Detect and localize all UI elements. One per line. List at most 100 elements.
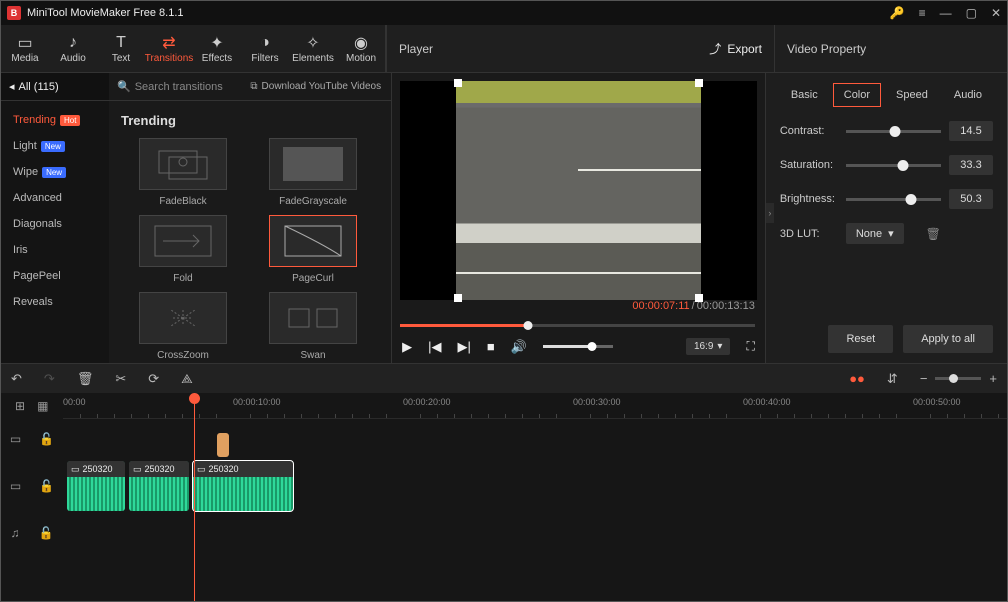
tab-color[interactable]: Color bbox=[833, 83, 881, 107]
audio-track-head: ♫ 🔓 bbox=[1, 513, 63, 553]
clip-icon: ▭ bbox=[197, 464, 206, 475]
aspect-ratio-select[interactable]: 16:9 ▾ bbox=[686, 338, 731, 355]
apply-to-all-button[interactable]: Apply to all bbox=[903, 325, 993, 353]
audio-track-icon[interactable]: ♫ bbox=[11, 526, 20, 540]
search-transitions-input[interactable]: 🔍 Search transitions bbox=[109, 80, 240, 93]
cut-button[interactable]: ✂ bbox=[115, 371, 126, 387]
category-advanced[interactable]: Advanced bbox=[1, 185, 109, 211]
video-clip[interactable]: ▭250320 bbox=[129, 461, 189, 511]
transition-thumb[interactable] bbox=[139, 215, 227, 267]
overlay-track-icon[interactable]: ▭ bbox=[10, 432, 21, 446]
reset-button[interactable]: Reset bbox=[828, 325, 893, 353]
audio-lock-icon[interactable]: 🔓 bbox=[39, 526, 54, 540]
redo-button[interactable]: ↷ bbox=[44, 371, 55, 387]
tool-elements[interactable]: ✧Elements bbox=[289, 25, 337, 72]
tool-transitions[interactable]: ⇄Transitions bbox=[145, 25, 193, 72]
preview-viewport[interactable] bbox=[400, 81, 757, 300]
time-ruler[interactable]: 00:0000:00:10:0000:00:20:0000:00:30:0000… bbox=[63, 393, 1007, 419]
lut-select[interactable]: None ▾ bbox=[846, 223, 904, 244]
transition-swan[interactable]: Swan bbox=[263, 292, 363, 361]
download-youtube-button[interactable]: ⧉ Download YouTube Videos bbox=[240, 81, 391, 92]
overlay-lock-icon[interactable]: 🔓 bbox=[39, 432, 54, 446]
category-diagonals[interactable]: Diagonals bbox=[1, 211, 109, 237]
delete-lut-icon[interactable]: 🗑 bbox=[926, 227, 941, 241]
video-clip[interactable]: ▭250320 bbox=[193, 461, 293, 511]
transition-thumb[interactable] bbox=[269, 138, 357, 190]
tool-motion[interactable]: ◉Motion bbox=[337, 25, 385, 72]
transition-fadegrayscale[interactable]: FadeGrayscale bbox=[263, 138, 363, 207]
markers-icon[interactable]: ▦ bbox=[37, 399, 48, 413]
video-lock-icon[interactable]: 🔓 bbox=[39, 479, 54, 493]
overlay-track[interactable] bbox=[63, 419, 1007, 459]
crop-handle-br[interactable] bbox=[695, 294, 703, 302]
category-wipe[interactable]: Wipe New bbox=[1, 159, 109, 185]
audio-meter-icon[interactable]: ⇵ bbox=[887, 371, 898, 387]
transition-pagecurl[interactable]: PageCurl bbox=[263, 215, 363, 284]
maximize-icon[interactable]: ▢ bbox=[966, 6, 977, 20]
brightness-slider[interactable] bbox=[846, 198, 941, 201]
saturation-value[interactable]: 33.3 bbox=[949, 155, 993, 175]
crop-handle-tl[interactable] bbox=[454, 79, 462, 87]
category-iris[interactable]: Iris bbox=[1, 237, 109, 263]
crop-handle-tr[interactable] bbox=[695, 79, 703, 87]
crop-button[interactable]: ⟁ bbox=[181, 371, 193, 387]
tool-audio[interactable]: ♪Audio bbox=[49, 25, 97, 72]
add-marker-icon[interactable]: ⊞ bbox=[15, 399, 25, 413]
video-clip[interactable]: ▭250320 bbox=[67, 461, 125, 511]
delete-button[interactable]: 🗑 bbox=[77, 371, 94, 387]
playback-progress[interactable] bbox=[400, 320, 755, 330]
category-light[interactable]: Light New bbox=[1, 133, 109, 159]
tab-audio[interactable]: Audio bbox=[943, 83, 993, 107]
hamburger-icon[interactable]: ≡ bbox=[919, 6, 926, 20]
title-bar: B MiniTool MovieMaker Free 8.1.1 🔑 ≡ — ▢… bbox=[1, 1, 1007, 25]
category-reveals[interactable]: Reveals bbox=[1, 289, 109, 315]
app-logo-icon: B bbox=[7, 6, 21, 20]
tool-media[interactable]: ▭Media bbox=[1, 25, 49, 72]
export-button[interactable]: ⤴ Export bbox=[709, 40, 762, 57]
transition-fadeblack[interactable]: FadeBlack bbox=[133, 138, 233, 207]
tool-text[interactable]: TText bbox=[97, 25, 145, 72]
next-frame-button[interactable]: ▶| bbox=[457, 339, 470, 355]
prev-frame-button[interactable]: |◀ bbox=[428, 339, 441, 355]
tab-basic[interactable]: Basic bbox=[780, 83, 829, 107]
brightness-value[interactable]: 50.3 bbox=[949, 189, 993, 209]
transition-fold[interactable]: Fold bbox=[133, 215, 233, 284]
video-track[interactable]: ▭250320▭250320▭250320 bbox=[63, 459, 1007, 513]
tool-filters[interactable]: ◑Filters bbox=[241, 25, 289, 72]
zoom-out-button[interactable]: − bbox=[920, 371, 928, 386]
crop-handle-bl[interactable] bbox=[454, 294, 462, 302]
transition-thumb[interactable] bbox=[269, 292, 357, 344]
fullscreen-button[interactable]: ⛶ bbox=[746, 339, 754, 354]
category-pagepeel[interactable]: PagePeel bbox=[1, 263, 109, 289]
record-indicator-icon[interactable]: ●● bbox=[849, 371, 865, 386]
filters-icon: ◑ bbox=[260, 33, 270, 53]
minimize-icon[interactable]: — bbox=[940, 6, 952, 20]
key-icon[interactable]: 🔑 bbox=[890, 6, 905, 20]
tab-speed[interactable]: Speed bbox=[885, 83, 939, 107]
zoom-slider[interactable] bbox=[935, 377, 981, 380]
transition-crosszoom[interactable]: CrossZoom bbox=[133, 292, 233, 361]
undo-button[interactable]: ↶ bbox=[11, 371, 22, 387]
volume-slider[interactable] bbox=[543, 345, 613, 348]
all-dropdown[interactable]: ◂All (115) bbox=[1, 73, 109, 100]
contrast-value[interactable]: 14.5 bbox=[949, 121, 993, 141]
volume-icon[interactable]: 🔊 bbox=[511, 339, 527, 355]
saturation-slider[interactable] bbox=[846, 164, 941, 167]
stop-button[interactable]: ■ bbox=[487, 339, 495, 354]
transition-thumb[interactable] bbox=[139, 138, 227, 190]
speed-button[interactable]: ⟳ bbox=[148, 371, 159, 387]
transition-thumb[interactable] bbox=[139, 292, 227, 344]
zoom-in-button[interactable]: + bbox=[989, 371, 997, 386]
close-icon[interactable]: ✕ bbox=[991, 6, 1001, 20]
contrast-slider[interactable] bbox=[846, 130, 941, 133]
transition-label: CrossZoom bbox=[157, 350, 209, 361]
collapse-panel-button[interactable]: › bbox=[766, 203, 774, 223]
transition-clip[interactable] bbox=[217, 433, 229, 457]
video-track-icon[interactable]: ▭ bbox=[10, 479, 21, 493]
play-button[interactable]: ▶ bbox=[402, 339, 412, 355]
transition-thumb[interactable] bbox=[269, 215, 357, 267]
playhead[interactable] bbox=[194, 393, 195, 601]
audio-track[interactable] bbox=[63, 513, 1007, 553]
tool-effects[interactable]: ✦Effects bbox=[193, 25, 241, 72]
category-trending[interactable]: Trending Hot bbox=[1, 107, 109, 133]
